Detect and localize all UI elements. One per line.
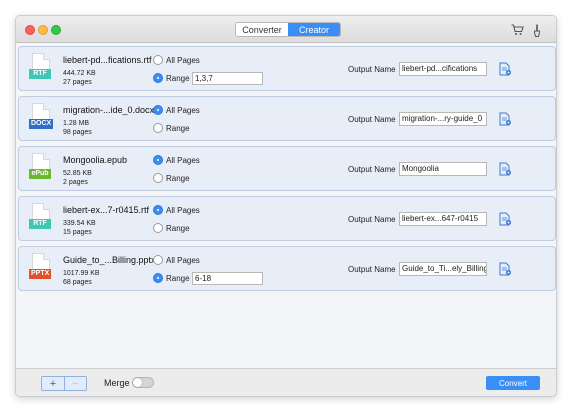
- all-pages-label: All Pages: [166, 105, 200, 115]
- output-name-input[interactable]: Mongoolia: [399, 162, 487, 176]
- all-pages-label: All Pages: [166, 155, 200, 165]
- all-pages-label: All Pages: [166, 255, 200, 265]
- all-pages-radio[interactable]: [153, 155, 163, 165]
- output-name-input[interactable]: migration-...ry-guide_0: [399, 112, 487, 126]
- output-name-input[interactable]: liebert-pd...cifications: [399, 62, 487, 76]
- minimize-window-button[interactable]: [38, 25, 48, 35]
- file-type-tag: ePub: [29, 169, 51, 179]
- range-label: Range: [166, 73, 190, 83]
- page-count: 15 pages: [63, 229, 92, 236]
- file-row[interactable]: RTF liebert-pd...fications.rtf 444.72 KB…: [18, 46, 556, 91]
- all-pages-option[interactable]: All Pages: [153, 205, 200, 215]
- file-name: Mongoolia.epub: [63, 155, 128, 165]
- output-folder-icon[interactable]: [499, 212, 512, 226]
- file-row[interactable]: DOCX migration-...ide_0.docx 1.28 MB 98 …: [18, 96, 556, 141]
- merge-toggle[interactable]: [132, 377, 154, 388]
- range-label: Range: [166, 273, 190, 283]
- range-radio[interactable]: [153, 73, 163, 83]
- output-name-label: Output Name: [348, 265, 396, 274]
- document-icon: RTF: [29, 53, 55, 85]
- file-size: 52.85 KB: [63, 170, 92, 177]
- cart-icon[interactable]: [510, 23, 524, 37]
- page-count: 68 pages: [63, 279, 92, 286]
- file-type-tag: RTF: [29, 219, 51, 229]
- range-radio[interactable]: [153, 173, 163, 183]
- range-input[interactable]: 6-18: [192, 272, 263, 285]
- all-pages-label: All Pages: [166, 55, 200, 65]
- file-size: 1017.99 KB: [63, 270, 100, 277]
- file-row[interactable]: ePub Mongoolia.epub 52.85 KB 2 pages All…: [18, 146, 556, 191]
- file-row[interactable]: RTF liebert-ex...7-r0415.rtf 339.54 KB 1…: [18, 196, 556, 241]
- mode-switcher: Converter Creator: [235, 22, 341, 37]
- file-type-tag: PPTX: [29, 269, 52, 279]
- file-type-tag: RTF: [29, 69, 51, 79]
- all-pages-option[interactable]: All Pages: [153, 155, 200, 165]
- range-label: Range: [166, 173, 190, 183]
- file-size: 1.28 MB: [63, 120, 90, 127]
- add-file-button[interactable]: +: [42, 377, 64, 390]
- all-pages-radio[interactable]: [153, 105, 163, 115]
- all-pages-option[interactable]: All Pages: [153, 255, 200, 265]
- add-remove-control: + −: [41, 376, 87, 391]
- all-pages-option[interactable]: All Pages: [153, 105, 200, 115]
- range-option[interactable]: Range: [153, 273, 190, 283]
- output-folder-icon[interactable]: [499, 162, 512, 176]
- range-label: Range: [166, 123, 190, 133]
- output-name-input[interactable]: Guide_to_Ti...ely_Billing: [399, 262, 487, 276]
- range-label: Range: [166, 223, 190, 233]
- range-option[interactable]: Range: [153, 73, 190, 83]
- output-folder-icon[interactable]: [499, 262, 512, 276]
- file-name: liebert-pd...fications.rtf: [63, 55, 152, 65]
- document-icon: RTF: [29, 203, 55, 235]
- range-radio[interactable]: [153, 123, 163, 133]
- merge-label: Merge: [104, 378, 130, 388]
- toggle-knob: [133, 378, 142, 387]
- all-pages-option[interactable]: All Pages: [153, 55, 200, 65]
- output-name-label: Output Name: [348, 215, 396, 224]
- close-window-button[interactable]: [25, 25, 35, 35]
- range-radio[interactable]: [153, 273, 163, 283]
- document-icon: DOCX: [29, 103, 55, 135]
- range-radio[interactable]: [153, 223, 163, 233]
- output-name-label: Output Name: [348, 165, 396, 174]
- title-bar: Converter Creator: [16, 16, 556, 43]
- file-name: Guide_to_...Billing.pptx: [63, 255, 156, 265]
- app-window: Converter Creator RTF liebert-pd...ficat…: [15, 15, 557, 397]
- output-name-label: Output Name: [348, 115, 396, 124]
- tab-converter[interactable]: Converter: [236, 23, 288, 36]
- file-size: 339.54 KB: [63, 220, 96, 227]
- range-option[interactable]: Range: [153, 223, 190, 233]
- convert-button[interactable]: Convert: [486, 376, 540, 390]
- range-input[interactable]: 1,3,7: [192, 72, 263, 85]
- output-folder-icon[interactable]: [499, 112, 512, 126]
- all-pages-radio[interactable]: [153, 255, 163, 265]
- file-size: 444.72 KB: [63, 70, 96, 77]
- remove-file-button[interactable]: −: [64, 377, 86, 390]
- file-name: migration-...ide_0.docx: [63, 105, 155, 115]
- zoom-window-button[interactable]: [51, 25, 61, 35]
- output-name-label: Output Name: [348, 65, 396, 74]
- brush-icon[interactable]: [530, 23, 544, 37]
- file-type-tag: DOCX: [29, 119, 54, 129]
- page-count: 2 pages: [63, 179, 88, 186]
- output-name-input[interactable]: liebert-ex...647-r0415: [399, 212, 487, 226]
- page-count: 27 pages: [63, 79, 92, 86]
- range-option[interactable]: Range: [153, 173, 190, 183]
- bottom-bar: + − Merge Convert: [16, 368, 556, 396]
- tab-creator[interactable]: Creator: [288, 23, 340, 36]
- output-folder-icon[interactable]: [499, 62, 512, 76]
- page-count: 98 pages: [63, 129, 92, 136]
- file-name: liebert-ex...7-r0415.rtf: [63, 205, 150, 215]
- document-icon: ePub: [29, 153, 55, 185]
- all-pages-radio[interactable]: [153, 55, 163, 65]
- all-pages-label: All Pages: [166, 205, 200, 215]
- range-option[interactable]: Range: [153, 123, 190, 133]
- all-pages-radio[interactable]: [153, 205, 163, 215]
- file-row[interactable]: PPTX Guide_to_...Billing.pptx 1017.99 KB…: [18, 246, 556, 291]
- document-icon: PPTX: [29, 253, 55, 285]
